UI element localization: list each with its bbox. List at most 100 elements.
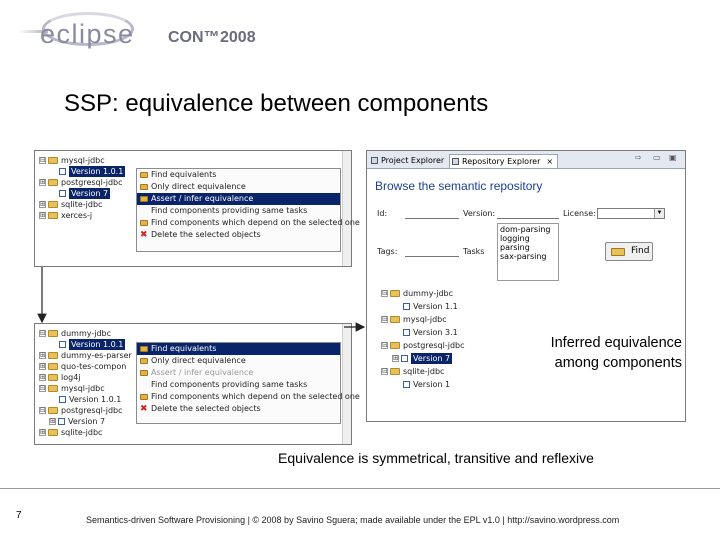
find-icon [611,248,625,256]
expand-toggle-icon[interactable]: ⊟ [39,407,46,414]
tree-node[interactable]: ⊟ dummy-jdbc [381,287,465,300]
find-icon [140,346,148,352]
tree-node[interactable]: Version 7 [39,188,125,199]
list-item[interactable]: parsing [500,243,556,252]
tab-repository-explorer[interactable]: Repository Explorer × [449,154,559,168]
tree-node[interactable]: ⊟ postgresql-jdbc [381,339,465,352]
find-button[interactable]: Find [605,242,653,261]
view-tab-bar: Project Explorer Repository Explorer × ⇨ … [367,151,685,169]
tree-node-label-selected: Version 1.0.1 [69,339,126,350]
tree-node[interactable]: ⊞ quo-tes-compon [39,361,132,372]
expand-toggle-icon[interactable]: ⊟ [39,330,46,337]
tree-node[interactable]: Version 1.1 [381,300,465,313]
component-icon [401,355,408,362]
expand-toggle-icon[interactable]: ⊟ [381,368,388,375]
expand-toggle-icon[interactable]: ⊞ [39,429,46,436]
expand-toggle-icon[interactable]: ⊟ [381,290,388,297]
expand-toggle-icon[interactable]: ⊞ [39,212,46,219]
menu-item-direct-equivalence[interactable]: Only direct equivalence [137,355,340,367]
vertical-scrollbar[interactable] [342,324,351,444]
tree-node[interactable]: ⊟ postgresql-jdbc [39,405,132,416]
delete-icon: ✖ [140,404,148,414]
view-menu-icon[interactable]: ⇨ [635,153,642,162]
tree-node[interactable]: ⊞ Version 7 [39,416,132,427]
tree-node[interactable]: ⊞ Version 7 [381,352,465,365]
tree-node[interactable]: Version 1.0.1 [39,394,132,405]
page-number: 7 [16,510,22,521]
list-item[interactable]: sax-parsing [500,252,556,261]
expand-toggle-icon[interactable]: ⊞ [39,179,46,186]
menu-item-find-equivalents[interactable]: Find equivalents [137,343,340,355]
tree-node[interactable]: ⊟ dummy-jdbc [39,328,132,339]
component-icon [403,303,410,310]
expand-toggle-icon[interactable]: ⊟ [381,316,388,323]
menu-item-assert-equivalence[interactable]: Assert / infer equivalence [137,367,340,379]
component-icon [59,396,66,403]
tree-node[interactable]: ⊞ dummy-es-parser [39,350,132,361]
top-component-tree: ⊟ mysql-jdbc Version 1.0.1 ⊞ postgresql-jd… [39,155,126,221]
menu-item-find-equivalents[interactable]: Find equivalents [137,169,340,181]
expand-toggle-icon[interactable]: ⊞ [392,355,399,362]
find-icon [140,220,148,226]
tree-node[interactable]: ⊞ postgresql-jdbc [39,177,125,188]
license-combo[interactable]: ▼ [597,208,665,219]
tree-node[interactable]: Version 1 [381,378,465,391]
menu-item-delete[interactable]: ✖ Delete the selected objects [137,403,340,415]
tree-node-label: dummy-jdbc [403,289,453,298]
tree-node[interactable]: ⊟ mysql-jdbc [39,383,132,394]
close-icon[interactable]: × [546,157,553,166]
list-item[interactable]: dom-parsing [500,225,556,234]
find-icon [140,172,148,178]
menu-item-dependents[interactable]: Find components which depend on the sele… [137,391,360,403]
bottom-component-tree: ⊟ dummy-jdbc Version 1.0.1 ⊞ dummy-es-pars… [39,328,132,438]
menu-item-direct-equivalence[interactable]: Only direct equivalence [137,181,340,193]
menu-item-dependents[interactable]: Find components which depend on the sele… [137,217,360,229]
expand-toggle-icon[interactable]: ⊞ [39,201,46,208]
maximize-icon[interactable]: ▣ [669,153,677,162]
vertical-scrollbar[interactable] [342,151,351,266]
tags-field[interactable] [405,247,459,257]
tree-node[interactable]: ⊞ log4j [39,372,132,383]
tree-node[interactable]: Version 1.0.1 [39,166,126,177]
tree-node-label: postgresql-jdbc [403,341,465,350]
find-icon [140,358,148,364]
tree-node[interactable]: Version 1.0.1 [39,339,132,350]
tree-node[interactable]: ⊞ xerces-j [39,210,125,221]
component-icon [59,190,66,197]
minimize-icon[interactable]: ▭ [653,153,661,162]
expand-toggle-icon[interactable]: ⊞ [49,418,56,425]
expand-toggle-icon[interactable]: ⊟ [39,157,46,164]
expand-toggle-icon[interactable]: ⊞ [39,374,46,381]
menu-item-assert-equivalence[interactable]: Assert / infer equivalence [137,193,340,205]
version-label: Version: [463,209,496,218]
tree-node[interactable]: Version 3.1 [381,326,465,339]
tree-node-label: sqlite-jdbc [61,200,103,209]
repository-tree: ⊟ dummy-jdbc Version 1.1 ⊟ mysql-jdbc Vers… [381,287,465,391]
folder-icon [390,290,400,297]
license-label: License: [563,209,596,218]
project-explorer-icon [371,157,378,164]
tree-node[interactable]: ⊟ mysql-jdbc [381,313,465,326]
list-item[interactable]: logging [500,234,556,243]
tree-node[interactable]: ⊞ sqlite-jdbc [39,427,132,438]
expand-toggle-icon[interactable]: ⊟ [381,342,388,349]
tree-node[interactable]: ⊟ sqlite-jdbc [381,365,465,378]
version-field[interactable] [497,209,559,219]
menu-item-same-tasks[interactable]: Find components providing same tasks [137,379,340,391]
tree-node-label: mysql-jdbc [61,384,105,393]
expand-toggle-icon[interactable]: ⊟ [39,385,46,392]
expand-toggle-icon[interactable]: ⊞ [39,363,46,370]
tab-project-explorer[interactable]: Project Explorer [369,154,448,168]
tasks-list[interactable]: dom-parsing logging parsing sax-parsing [497,223,559,281]
tree-node[interactable]: ⊟ mysql-jdbc [39,155,125,166]
expand-toggle-icon[interactable]: ⊞ [39,352,46,359]
logo-year: 2008 [220,29,256,46]
folder-icon [48,374,58,381]
component-icon [59,168,66,175]
id-field[interactable] [405,209,459,219]
menu-item-delete[interactable]: ✖ Delete the selected objects [137,229,340,241]
menu-item-same-tasks[interactable]: Find components providing same tasks [137,205,340,217]
tree-node[interactable]: ⊞ sqlite-jdbc [39,199,125,210]
assert-icon [140,196,148,202]
inferred-equivalence-caption: Inferred equivalence among components [500,333,682,373]
